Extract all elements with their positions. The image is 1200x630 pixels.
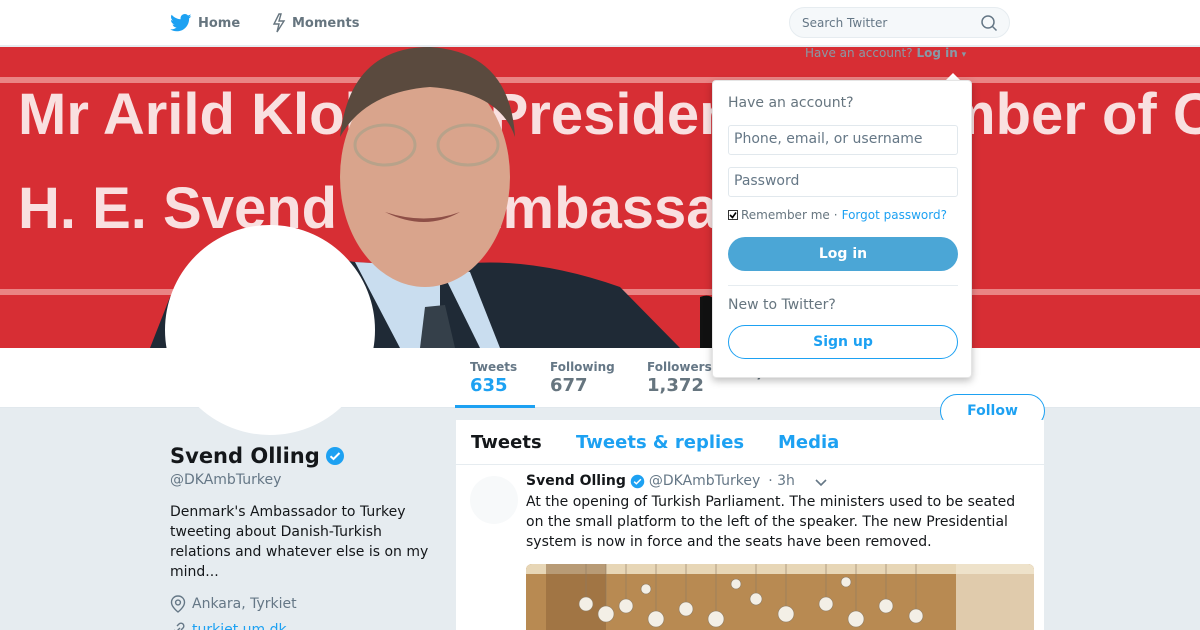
caret-down-icon: ▾ (961, 50, 967, 60)
profile-avatar[interactable] (165, 225, 375, 435)
stat-label: Following (550, 360, 615, 374)
stat-followers[interactable]: Followers 1,372 (647, 360, 712, 396)
dropdown-divider (728, 285, 958, 286)
nav-home[interactable]: Home (170, 12, 240, 34)
nav-home-label: Home (198, 15, 241, 31)
verified-badge-icon (630, 474, 645, 488)
profile-website-text: turkiet.um.dk (192, 622, 287, 630)
tweet-media-photo[interactable] (526, 564, 1034, 630)
timeline: Tweets Tweets & replies Media Svend Olli… (456, 420, 1044, 630)
search-icon[interactable] (980, 14, 998, 32)
active-stat-underline (455, 405, 535, 408)
nav-moments-label: Moments (292, 15, 360, 31)
top-nav-bar: Home Moments Search Twitter (0, 0, 1200, 46)
tweet-author-name[interactable]: Svend Olling (526, 473, 626, 489)
twitter-bird-icon (170, 14, 192, 32)
tweet-header: Svend Olling @DKAmbTurkey · 3h (526, 473, 795, 489)
profile-location-text: Ankara, Tyrkiet (192, 596, 297, 612)
checkmark-icon (729, 212, 737, 219)
location-pin-icon (170, 595, 186, 613)
chevron-down-icon[interactable] (814, 478, 828, 488)
username-field[interactable]: Phone, email, or username (728, 125, 958, 155)
tweet-timestamp[interactable]: · 3h (768, 473, 795, 489)
tab-tweets-replies[interactable]: Tweets & replies (576, 432, 744, 453)
separator-dot: · (833, 208, 838, 222)
forgot-password-link[interactable]: Forgot password? (842, 208, 947, 222)
link-icon (174, 622, 185, 630)
stat-label: Tweets (470, 360, 518, 374)
have-account-text: Have an account? (805, 46, 913, 60)
nav-moments[interactable]: Moments (272, 12, 359, 34)
profile-bio: Denmark's Ambassador to Turkey tweeting … (170, 504, 429, 580)
timeline-tabs: Tweets Tweets & replies Media (456, 420, 1044, 465)
tweet-author-handle[interactable]: @DKAmbTurkey (649, 473, 760, 489)
new-to-twitter-heading: New to Twitter? (728, 297, 836, 313)
stat-following[interactable]: Following 677 (550, 360, 615, 396)
signup-button[interactable]: Sign up (728, 325, 958, 359)
tweet-avatar[interactable] (470, 476, 518, 524)
remember-me-checkbox[interactable] (728, 210, 738, 220)
login-link[interactable]: Log in (916, 46, 957, 60)
stat-value: 677 (550, 375, 588, 396)
profile-name-text: Svend Olling (170, 444, 320, 468)
login-button[interactable]: Log in (728, 237, 958, 271)
have-account-prompt: Have an account? Log in ▾ (805, 46, 966, 60)
profile-name[interactable]: Svend Olling (170, 444, 345, 468)
stat-tweets[interactable]: Tweets 635 (470, 360, 517, 396)
tab-media[interactable]: Media (778, 432, 839, 453)
stat-value: 635 (470, 375, 508, 396)
profile-website[interactable]: turkiet.um.dk (170, 622, 287, 630)
stat-label: Followers (647, 360, 712, 374)
search-input[interactable]: Search Twitter (789, 7, 1010, 38)
login-dropdown: Have an account? Phone, email, or userna… (712, 80, 972, 378)
tweet-text: At the opening of Turkish Parliament. Th… (526, 494, 1016, 550)
lightning-icon (272, 13, 286, 33)
password-field[interactable]: Password (728, 167, 958, 197)
tab-tweets[interactable]: Tweets (471, 432, 542, 453)
parliament-chandelier-photo (526, 564, 1034, 630)
profile-handle[interactable]: @DKAmbTurkey (170, 472, 281, 488)
remember-me-label[interactable]: Remember me (741, 208, 830, 222)
remember-row: Remember me · Forgot password? (728, 208, 947, 222)
profile-location: Ankara, Tyrkiet (170, 595, 297, 613)
verified-badge-icon (325, 447, 344, 465)
stat-value: 1,372 (647, 375, 704, 396)
login-heading: Have an account? (728, 95, 854, 111)
